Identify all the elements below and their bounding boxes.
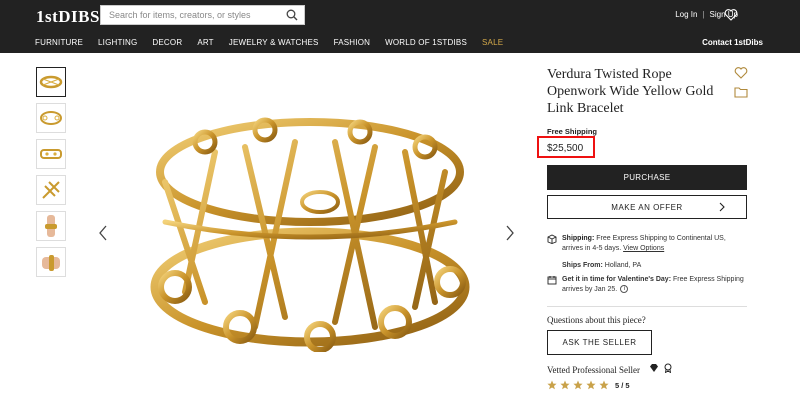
info-icon[interactable]: i bbox=[620, 285, 629, 294]
purchase-button[interactable]: PURCHASE bbox=[547, 165, 747, 190]
thumbnail[interactable] bbox=[36, 103, 66, 133]
ships-from-value: Holland, PA bbox=[602, 262, 642, 269]
search-input[interactable] bbox=[101, 10, 281, 20]
top-header: 1stDIBS Log In | Sign Up FURNITURE LIGHT… bbox=[0, 0, 800, 53]
nav-item-fashion[interactable]: FASHION bbox=[334, 38, 371, 47]
logo[interactable]: 1stDIBS bbox=[36, 7, 100, 27]
thumbnail-list bbox=[36, 67, 66, 283]
main-nav: FURNITURE LIGHTING DECOR ART JEWELRY & W… bbox=[35, 38, 518, 47]
auth-separator: | bbox=[702, 10, 705, 19]
chevron-left-icon[interactable] bbox=[98, 225, 108, 241]
nav-item-lighting[interactable]: LIGHTING bbox=[98, 38, 137, 47]
shipping-label: Shipping: bbox=[562, 235, 595, 242]
nav-item-art[interactable]: ART bbox=[197, 38, 213, 47]
make-offer-button[interactable]: MAKE AN OFFER bbox=[547, 195, 747, 219]
chevron-right-icon[interactable] bbox=[505, 225, 515, 241]
shipping-info: Shipping: Free Express Shipping to Conti… bbox=[547, 234, 747, 254]
worn-bracelet-thumbnail-image bbox=[42, 255, 60, 271]
ask-seller-button[interactable]: ASK THE SELLER bbox=[547, 330, 652, 355]
thumbnail[interactable] bbox=[36, 247, 66, 277]
star-icon bbox=[586, 380, 596, 390]
folder-icon[interactable] bbox=[734, 86, 748, 98]
contact-link[interactable]: Contact 1stDibs bbox=[702, 38, 763, 47]
view-options-link[interactable]: View Options bbox=[623, 245, 664, 252]
thumbnail[interactable] bbox=[36, 211, 66, 241]
ships-from: Ships From: Holland, PA bbox=[562, 262, 641, 269]
nav-item-world-of-1stdibs[interactable]: WORLD OF 1STDIBS bbox=[385, 38, 467, 47]
chevron-right-icon bbox=[719, 202, 725, 212]
favorites-heart-icon[interactable] bbox=[724, 8, 738, 22]
nav-item-decor[interactable]: DECOR bbox=[152, 38, 182, 47]
questions-heading: Questions about this piece? bbox=[547, 315, 646, 325]
product-price: $25,500 bbox=[547, 143, 584, 154]
star-icon bbox=[573, 380, 583, 390]
seller-badges bbox=[649, 363, 673, 373]
free-shipping-label: Free Shipping bbox=[547, 127, 598, 136]
bracelet-thumbnail-image bbox=[40, 149, 62, 159]
worn-bracelet-thumbnail-image bbox=[45, 215, 57, 237]
search-bar[interactable] bbox=[100, 5, 305, 25]
bracelet-thumbnail-image bbox=[42, 181, 60, 199]
nav-item-furniture[interactable]: FURNITURE bbox=[35, 38, 83, 47]
award-ribbon-icon[interactable] bbox=[663, 363, 673, 373]
heart-icon[interactable] bbox=[734, 66, 748, 80]
star-icon bbox=[560, 380, 570, 390]
thumbnail[interactable] bbox=[36, 175, 66, 205]
seller-rating: 5 / 5 bbox=[547, 380, 630, 390]
vetted-seller-label: Vetted Professional Seller bbox=[547, 365, 640, 375]
diamond-icon[interactable] bbox=[649, 363, 659, 373]
thumbnail[interactable] bbox=[36, 67, 66, 97]
valentines-delivery-info: Get it in time for Valentine's Day: Free… bbox=[547, 275, 747, 295]
rating-value: 5 / 5 bbox=[615, 380, 630, 390]
valentines-label: Get it in time for Valentine's Day: bbox=[562, 276, 672, 283]
star-icon bbox=[599, 380, 609, 390]
divider bbox=[547, 306, 747, 307]
ships-from-label: Ships From: bbox=[562, 262, 603, 269]
nav-item-jewelry-watches[interactable]: JEWELRY & WATCHES bbox=[229, 38, 319, 47]
bracelet-thumbnail-image bbox=[40, 111, 62, 125]
nav-item-sale[interactable]: SALE bbox=[482, 38, 503, 47]
thumbnail[interactable] bbox=[36, 139, 66, 169]
login-link[interactable]: Log In bbox=[675, 10, 697, 19]
product-main-image[interactable] bbox=[145, 112, 475, 352]
product-title: Verdura Twisted Rope Openwork Wide Yello… bbox=[547, 67, 714, 116]
calendar-icon bbox=[547, 276, 557, 285]
star-icon bbox=[547, 380, 557, 390]
search-icon[interactable] bbox=[286, 9, 298, 21]
package-icon bbox=[547, 234, 557, 244]
make-offer-label: MAKE AN OFFER bbox=[611, 202, 683, 212]
bracelet-thumbnail-image bbox=[39, 75, 63, 89]
